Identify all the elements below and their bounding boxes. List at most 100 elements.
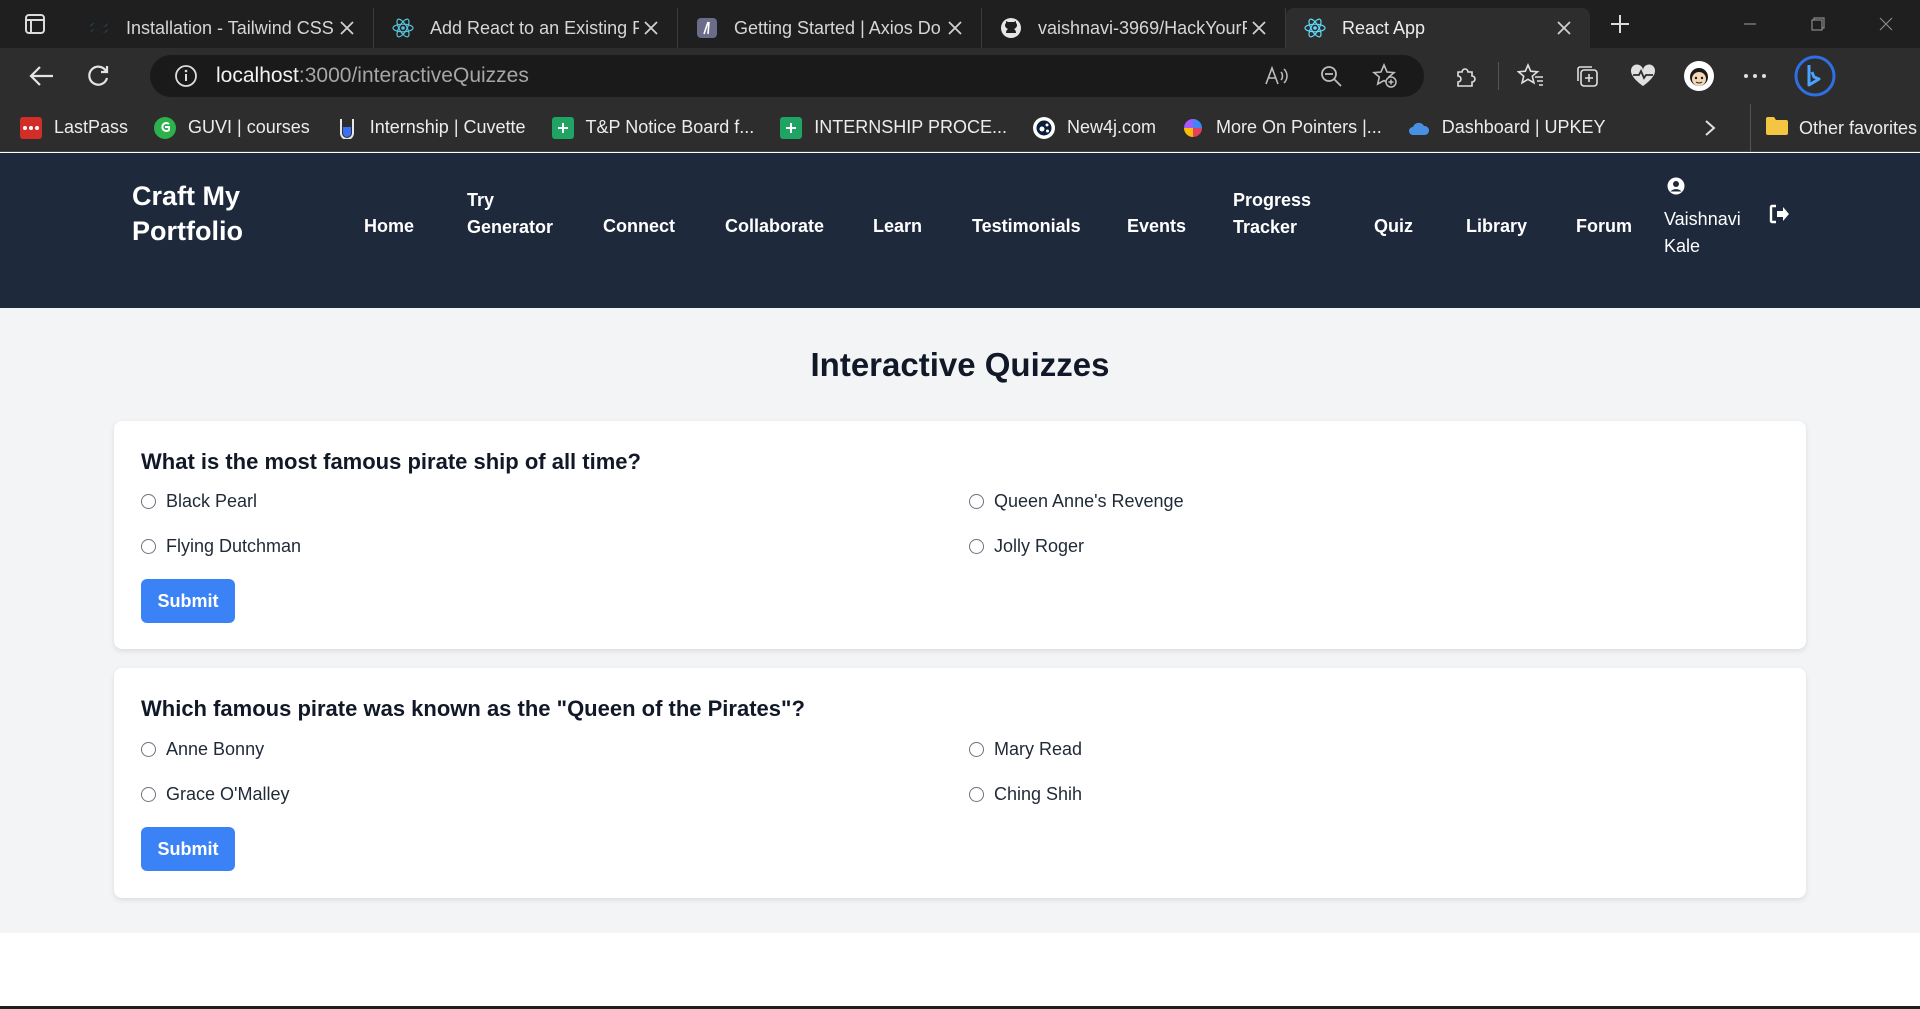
nav-forum[interactable]: Forum (1576, 213, 1632, 240)
browser-tab-github[interactable]: vaishnavi-3969/HackYourP (982, 8, 1286, 48)
add-favorite-button[interactable] (1358, 55, 1412, 97)
user-circle-icon (1667, 177, 1685, 195)
nav-try-generator[interactable]: Try Generator (467, 187, 557, 241)
nav-library[interactable]: Library (1466, 213, 1527, 240)
neo4j-icon (1032, 116, 1055, 139)
close-icon[interactable] (335, 16, 359, 40)
close-icon[interactable] (639, 16, 663, 40)
read-aloud-button[interactable] (1250, 55, 1304, 97)
submit-button[interactable]: Submit (141, 827, 235, 871)
quiz-option[interactable]: Jolly Roger (969, 536, 1084, 557)
nav-testimonials[interactable]: Testimonials (972, 213, 1081, 240)
nav-learn[interactable]: Learn (873, 213, 922, 240)
settings-menu-button[interactable] (1727, 48, 1783, 104)
bookmark-new4j[interactable]: New4j.com (1032, 116, 1156, 139)
bookmark-pointers[interactable]: More On Pointers |... (1182, 117, 1382, 139)
pinwheel-icon (1182, 117, 1204, 139)
reload-button[interactable] (70, 52, 126, 100)
quiz-option[interactable]: Flying Dutchman (141, 536, 301, 557)
bookmark-tp-notice[interactable]: T&P Notice Board f... (551, 116, 754, 139)
plus-icon (1611, 15, 1629, 33)
nav-collaborate[interactable]: Collaborate (725, 213, 824, 240)
nav-events[interactable]: Events (1127, 213, 1186, 240)
back-button[interactable] (14, 52, 70, 100)
collections-icon (1577, 66, 1598, 87)
radio-button[interactable] (141, 539, 156, 554)
radio-button[interactable] (969, 742, 984, 757)
back-arrow-icon (29, 66, 53, 86)
page-viewport: Craft My Portfolio Home Try Generator Co… (0, 153, 1920, 1009)
radio-button[interactable] (141, 787, 156, 802)
more-bookmarks-button[interactable] (1696, 104, 1724, 152)
quiz-option[interactable]: Black Pearl (141, 491, 257, 512)
axios-icon (696, 17, 718, 39)
close-icon[interactable] (943, 16, 967, 40)
radio-button[interactable] (969, 539, 984, 554)
info-icon[interactable] (174, 64, 198, 88)
extensions-button[interactable] (1438, 48, 1494, 104)
star-add-icon (1372, 63, 1397, 88)
url-text[interactable]: localhost:3000/interactiveQuizzes (216, 64, 529, 88)
lastpass-icon (20, 116, 42, 139)
close-icon[interactable] (1552, 16, 1576, 40)
address-bar[interactable]: localhost:3000/interactiveQuizzes (150, 55, 1424, 97)
option-label: Black Pearl (166, 491, 258, 511)
tab-strip: Installation - Tailwind CSS Add React to… (0, 0, 1920, 48)
quiz-option[interactable]: Mary Read (969, 739, 1082, 760)
quiz-option[interactable]: Anne Bonny (141, 739, 264, 760)
site-brand[interactable]: Craft My Portfolio (132, 179, 292, 249)
github-icon (1000, 17, 1022, 39)
quiz-option[interactable]: Ching Shih (969, 784, 1082, 805)
react-icon (1304, 17, 1326, 39)
browser-essentials-button[interactable] (1615, 48, 1671, 104)
logout-icon[interactable] (1768, 203, 1790, 225)
submit-button[interactable]: Submit (141, 579, 235, 623)
browser-tab-react-app[interactable]: React App (1286, 8, 1590, 48)
copilot-button[interactable] (1783, 48, 1847, 104)
radio-button[interactable] (141, 494, 156, 509)
collections-button[interactable] (1559, 48, 1615, 104)
user-profile[interactable]: Vaishnavi Kale (1664, 177, 1754, 260)
bookmark-upkey[interactable]: Dashboard | UPKEY (1408, 117, 1606, 139)
bookmark-cuvette[interactable]: Internship | Cuvette (336, 117, 526, 139)
browser-tab-axios[interactable]: Getting Started | Axios Do (678, 8, 982, 48)
radio-button[interactable] (969, 787, 984, 802)
other-favorites-folder[interactable]: Other favorites (1750, 104, 1917, 152)
nav-home[interactable]: Home (364, 213, 414, 240)
tab-actions-button[interactable] (0, 0, 70, 48)
restore-button[interactable] (1784, 0, 1852, 48)
browser-tab-tailwind[interactable]: Installation - Tailwind CSS (70, 8, 374, 48)
favorites-button[interactable] (1503, 48, 1559, 104)
url-path: :3000/interactiveQuizzes (298, 64, 529, 87)
profile-button[interactable] (1671, 48, 1727, 104)
react-icon (392, 17, 414, 39)
close-window-button[interactable] (1852, 0, 1920, 48)
nav-progress-tracker[interactable]: Progress Tracker (1233, 187, 1323, 241)
radio-button[interactable] (141, 742, 156, 757)
nav-quiz[interactable]: Quiz (1374, 213, 1413, 240)
upkey-icon (1408, 117, 1430, 139)
bookmark-label: GUVI | courses (188, 117, 310, 137)
zoom-button[interactable] (1304, 55, 1358, 97)
minimize-button[interactable] (1716, 0, 1784, 48)
quiz-option[interactable]: Queen Anne's Revenge (969, 491, 1184, 512)
close-icon[interactable] (1247, 16, 1271, 40)
bookmark-internship-process[interactable]: INTERNSHIP PROCE... (780, 116, 1007, 139)
other-favorites-label: Other favorites (1799, 117, 1918, 138)
close-icon (1879, 17, 1893, 31)
main-content: Interactive Quizzes What is the most fam… (0, 308, 1920, 933)
restore-icon (1811, 17, 1825, 31)
bookmark-label: LastPass (54, 117, 129, 137)
bookmark-guvi[interactable]: GUVI | courses (154, 116, 310, 139)
favorites-icon (1517, 63, 1543, 86)
bookmark-label: Dashboard | UPKEY (1441, 117, 1606, 137)
bookmark-lastpass[interactable]: LastPass (20, 116, 129, 139)
radio-button[interactable] (969, 494, 984, 509)
quiz-option[interactable]: Grace O'Malley (141, 784, 289, 805)
heart-pulse-icon (1630, 64, 1656, 86)
new-tab-button[interactable] (1596, 0, 1644, 48)
browser-tab-react-docs[interactable]: Add React to an Existing P (374, 8, 678, 48)
nav-connect[interactable]: Connect (603, 213, 675, 240)
bookmark-label: Internship | Cuvette (369, 117, 526, 137)
option-label: Mary Read (994, 739, 1083, 759)
